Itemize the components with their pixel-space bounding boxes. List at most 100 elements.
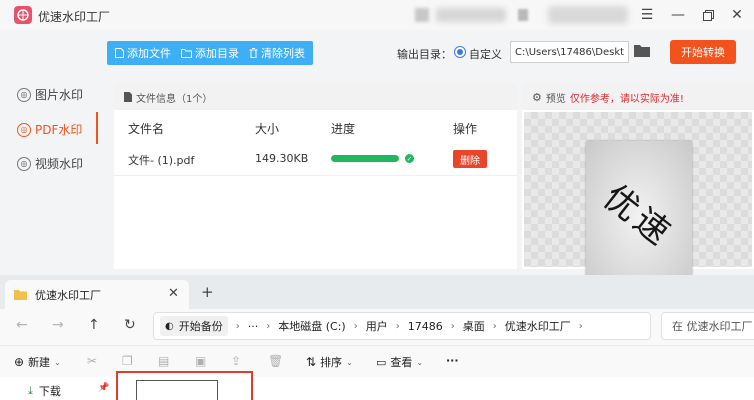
file-list-panel: 文件信息（1个） 文件名 大小 进度 操作 文件- (1).pdf 149.30…: [114, 84, 517, 269]
app-title: 优速水印工厂: [38, 10, 111, 24]
menu-icon[interactable]: ☰: [636, 5, 658, 25]
app-logo-icon: [14, 6, 32, 24]
add-file-button[interactable]: 添加文件: [115, 45, 171, 61]
back-arrow-icon[interactable]: ←: [16, 317, 28, 333]
delete-icon[interactable]: 🗑: [268, 354, 283, 368]
column-header-progress: 进度: [331, 122, 356, 136]
output-path-field[interactable]: [510, 41, 629, 63]
search-input[interactable]: 在 优速水印工厂 中搜索: [661, 312, 754, 340]
chevron-right-icon: ›: [353, 320, 358, 332]
new-label: 新建: [28, 356, 51, 369]
forward-arrow-icon[interactable]: →: [52, 317, 64, 333]
chevron-right-icon: ›: [450, 320, 455, 332]
nav-item-downloads[interactable]: ⤓ 下载: [28, 383, 61, 399]
browse-folder-icon[interactable]: [634, 44, 650, 60]
copy-icon[interactable]: ❐: [122, 354, 133, 368]
add-file-label: 添加文件: [127, 47, 171, 60]
restore-icon[interactable]: [697, 5, 719, 25]
preview-note: 仅作参考，请以实际为准!: [569, 93, 684, 105]
explorer-tab[interactable]: 优速水印工厂 ✕: [5, 280, 189, 309]
address-bar[interactable]: ◐ 开始备份 › ··· › 本地磁盘 (C:) › 用户 › 17486 › …: [153, 312, 651, 340]
sort-button[interactable]: ⇅ 排序 ⌄: [306, 354, 353, 370]
blurred-username: [436, 8, 506, 22]
sidebar-item-pdf-watermark[interactable]: ◎ PDF水印: [17, 121, 82, 138]
up-arrow-icon[interactable]: ↑: [88, 317, 100, 333]
nav-item-label: 下载: [38, 385, 61, 398]
app-window: 优速水印工厂 ☰ — ✕ 添加文件 添加目录 清除列表 输出目录： 自定义 开始…: [0, 0, 754, 293]
view-icon: ▭: [376, 355, 387, 369]
custom-dir-label: 自定义: [469, 48, 502, 61]
output-dir-label: 输出目录：: [397, 48, 452, 61]
backup-chip[interactable]: ◐ 开始备份: [160, 316, 228, 336]
file-panel-header: 文件信息（1个）: [114, 84, 517, 110]
more-crumbs-icon[interactable]: ···: [248, 320, 259, 333]
watermark-text: 优速: [595, 177, 681, 256]
new-button[interactable]: ⊕ 新建 ⌄: [14, 354, 61, 370]
start-convert-button[interactable]: 开始转换: [670, 40, 736, 64]
blurred-icon: [518, 9, 528, 21]
preview-header: ⚙ 预览 仅作参考，请以实际为准!: [522, 84, 754, 110]
close-tab-icon[interactable]: ✕: [168, 286, 179, 301]
paste-icon[interactable]: ▤: [158, 354, 169, 368]
explorer-body: ⤓ 下载 📌: [0, 377, 754, 400]
cloud-sync-icon: ◐: [165, 320, 174, 332]
check-icon: ✓: [405, 154, 414, 163]
share-icon[interactable]: ⇪: [231, 354, 241, 368]
minimize-icon[interactable]: —: [667, 5, 689, 25]
preview-panel: ⚙ 预览 仅作参考，请以实际为准! 优速: [522, 84, 754, 293]
chevron-down-icon: ⌄: [416, 357, 424, 367]
row-divider: [114, 175, 517, 176]
breadcrumb-user[interactable]: 17486: [408, 320, 443, 333]
selected-file-highlight[interactable]: [116, 371, 253, 400]
breadcrumb-users[interactable]: 用户: [366, 318, 388, 334]
pdf-watermark-icon: ◎: [17, 122, 31, 137]
sort-icon: ⇅: [306, 355, 317, 369]
view-label: 查看: [390, 356, 413, 369]
file-explorer-window: 优速水印工厂 ✕ + ← → ↑ ↻ ◐ 开始备份 › ··· › 本地磁盘 (…: [0, 275, 754, 400]
chevron-down-icon: ⌄: [346, 357, 353, 367]
plus-circle-icon: ⊕: [14, 355, 25, 369]
column-header-size: 大小: [255, 122, 280, 136]
chevron-right-icon: ›: [492, 320, 497, 332]
breadcrumb-drive[interactable]: 本地磁盘 (C:): [278, 318, 345, 334]
sidebar-item-video-watermark[interactable]: ◎ 视频水印: [17, 155, 83, 172]
file-actions-group: 添加文件 添加目录 清除列表: [107, 41, 313, 65]
explorer-tab-title: 优速水印工厂: [35, 288, 101, 302]
add-folder-label: 添加目录: [195, 47, 239, 60]
sidebar-item-image-watermark[interactable]: ◎ 图片水印: [17, 86, 83, 103]
explorer-command-bar: ⊕ 新建 ⌄ ✂ ❐ ▤ ▣ ⇪ 🗑 ⇅ 排序 ⌄ ▭ 查看 ⌄ ···: [0, 345, 754, 377]
explorer-nav-bar: ← → ↑ ↻ ◐ 开始备份 › ··· › 本地磁盘 (C:) › 用户 › …: [0, 309, 754, 345]
trash-icon: [249, 48, 258, 58]
sidebar-active-indicator: [96, 112, 98, 144]
chevron-down-icon: ⌄: [54, 357, 61, 367]
rename-icon[interactable]: ▣: [195, 354, 206, 368]
breadcrumb-folder[interactable]: 优速水印工厂: [505, 318, 571, 334]
explorer-tab-strip: 优速水印工厂 ✕ +: [0, 275, 754, 309]
image-watermark-icon: ◎: [17, 87, 31, 102]
file-size-cell: 149.30KB: [255, 152, 309, 165]
breadcrumb-desktop[interactable]: 桌面: [463, 318, 485, 334]
folder-icon: [14, 290, 27, 300]
gear-icon: ⚙: [532, 90, 542, 104]
close-icon[interactable]: ✕: [726, 5, 748, 25]
preview-page: 优速: [586, 141, 692, 293]
download-icon: ⤓: [28, 384, 33, 397]
cut-icon[interactable]: ✂: [87, 354, 97, 368]
preview-canvas: 优速: [524, 112, 752, 293]
delete-button[interactable]: 删除: [453, 150, 487, 168]
column-header-name: 文件名: [128, 122, 165, 136]
add-folder-button[interactable]: 添加目录: [181, 45, 239, 61]
view-button[interactable]: ▭ 查看 ⌄: [376, 354, 423, 370]
file-name-cell: 文件- (1).pdf: [128, 154, 195, 167]
column-header-action: 操作: [453, 122, 478, 136]
file-thumbnail: [136, 380, 218, 400]
new-tab-icon[interactable]: +: [201, 283, 214, 301]
refresh-icon[interactable]: ↻: [124, 317, 136, 333]
clear-list-label: 清除列表: [261, 47, 305, 60]
sidebar-item-label: 视频水印: [35, 157, 84, 171]
custom-dir-radio[interactable]: [454, 46, 466, 58]
more-options-icon[interactable]: ···: [446, 354, 459, 367]
chevron-right-icon: ›: [266, 320, 271, 332]
clear-list-button[interactable]: 清除列表: [249, 45, 305, 61]
blurred-account: [548, 6, 628, 24]
